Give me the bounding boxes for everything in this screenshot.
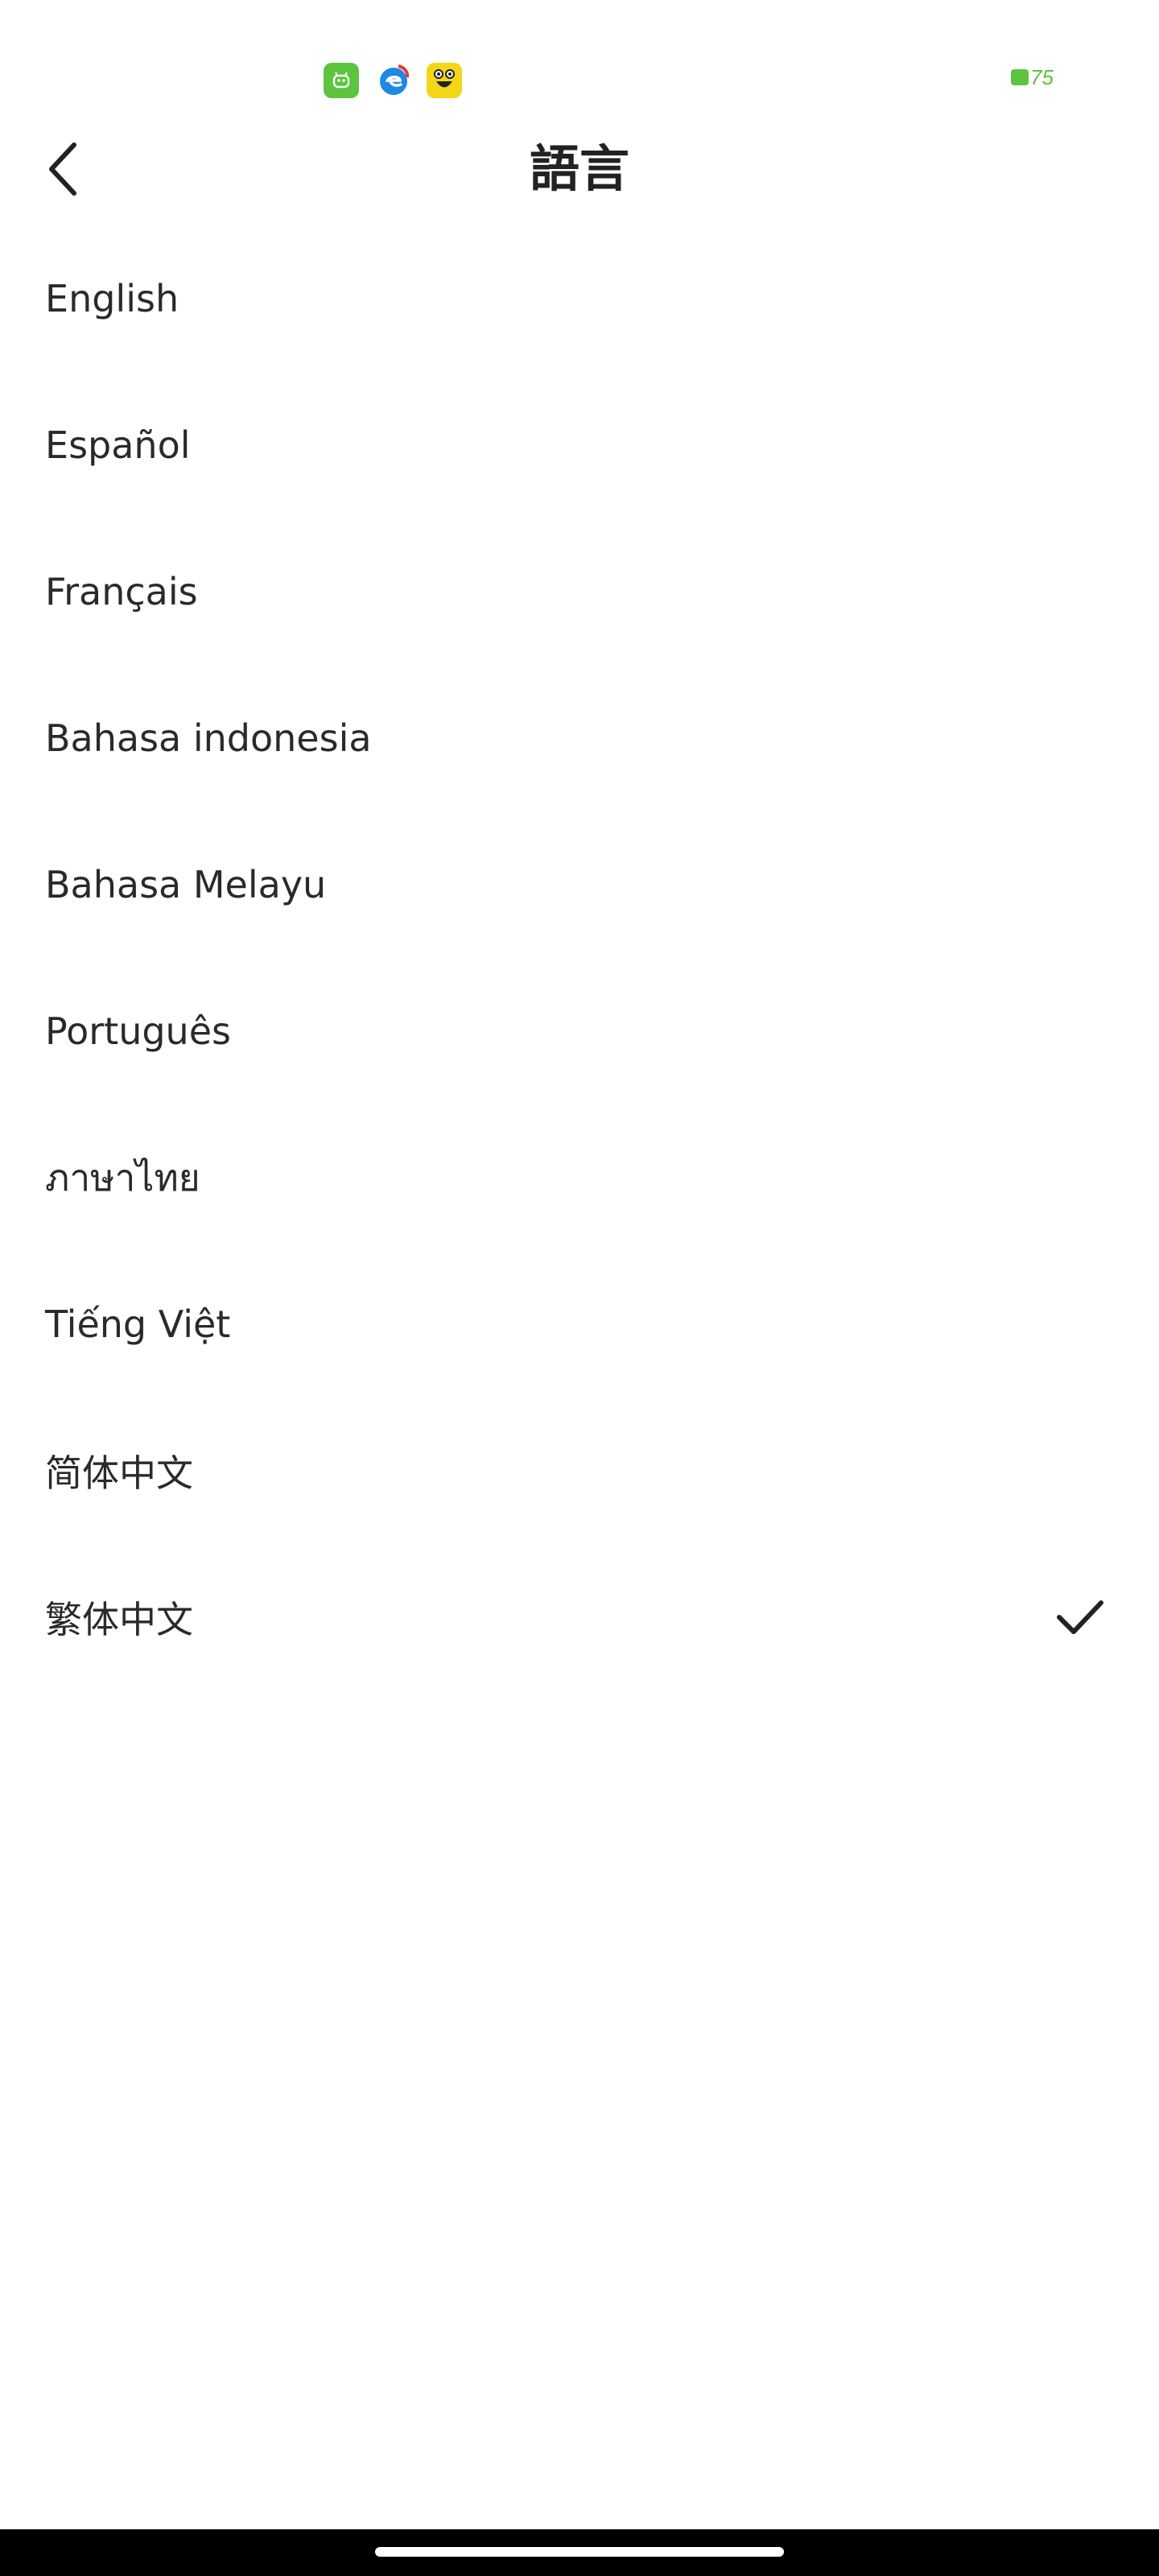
language-item-traditional-chinese[interactable]: 繁体中文 <box>0 1544 1159 1690</box>
language-label: Français <box>45 570 198 613</box>
language-item-thai[interactable]: ภาษาไทย <box>0 1104 1159 1251</box>
header: 語言 <box>0 121 1159 217</box>
language-item-simplified-chinese[interactable]: 简体中文 <box>0 1397 1159 1544</box>
language-label: 简体中文 <box>45 1451 193 1495</box>
language-label: 繁体中文 <box>45 1598 193 1641</box>
language-label: English <box>45 277 179 320</box>
language-item-bahasa-indonesia[interactable]: Bahasa indonesia <box>0 665 1159 811</box>
language-label: Bahasa Melayu <box>45 863 327 906</box>
navigation-bar <box>0 2529 1159 2576</box>
robot-app-icon <box>324 63 359 98</box>
language-item-espanol[interactable]: Español <box>0 372 1159 518</box>
back-button[interactable] <box>32 137 97 201</box>
language-label: Bahasa indonesia <box>45 716 372 760</box>
browser-app-icon <box>376 63 411 98</box>
home-indicator[interactable] <box>375 2547 784 2557</box>
battery-level: 75 <box>1030 65 1054 89</box>
language-item-francais[interactable]: Français <box>0 518 1159 665</box>
language-label: ภาษาไทย <box>45 1155 200 1199</box>
page-title: 語言 <box>529 139 629 198</box>
battery-indicator: 75 <box>1011 65 1054 89</box>
language-item-bahasa-melayu[interactable]: Bahasa Melayu <box>0 811 1159 958</box>
language-label: Español <box>45 423 191 467</box>
language-list: English Español Français Bahasa indonesi… <box>0 225 1159 1690</box>
language-label: Português <box>45 1009 231 1053</box>
language-item-portugues[interactable]: Português <box>0 958 1159 1104</box>
smiley-app-icon <box>427 63 462 98</box>
chevron-left-icon <box>49 142 76 196</box>
battery-icon <box>1011 69 1029 85</box>
checkmark-icon <box>1057 1600 1103 1634</box>
language-item-vietnamese[interactable]: Tiếng Việt <box>0 1251 1159 1397</box>
language-label: Tiếng Việt <box>45 1302 231 1346</box>
language-item-english[interactable]: English <box>0 225 1159 372</box>
